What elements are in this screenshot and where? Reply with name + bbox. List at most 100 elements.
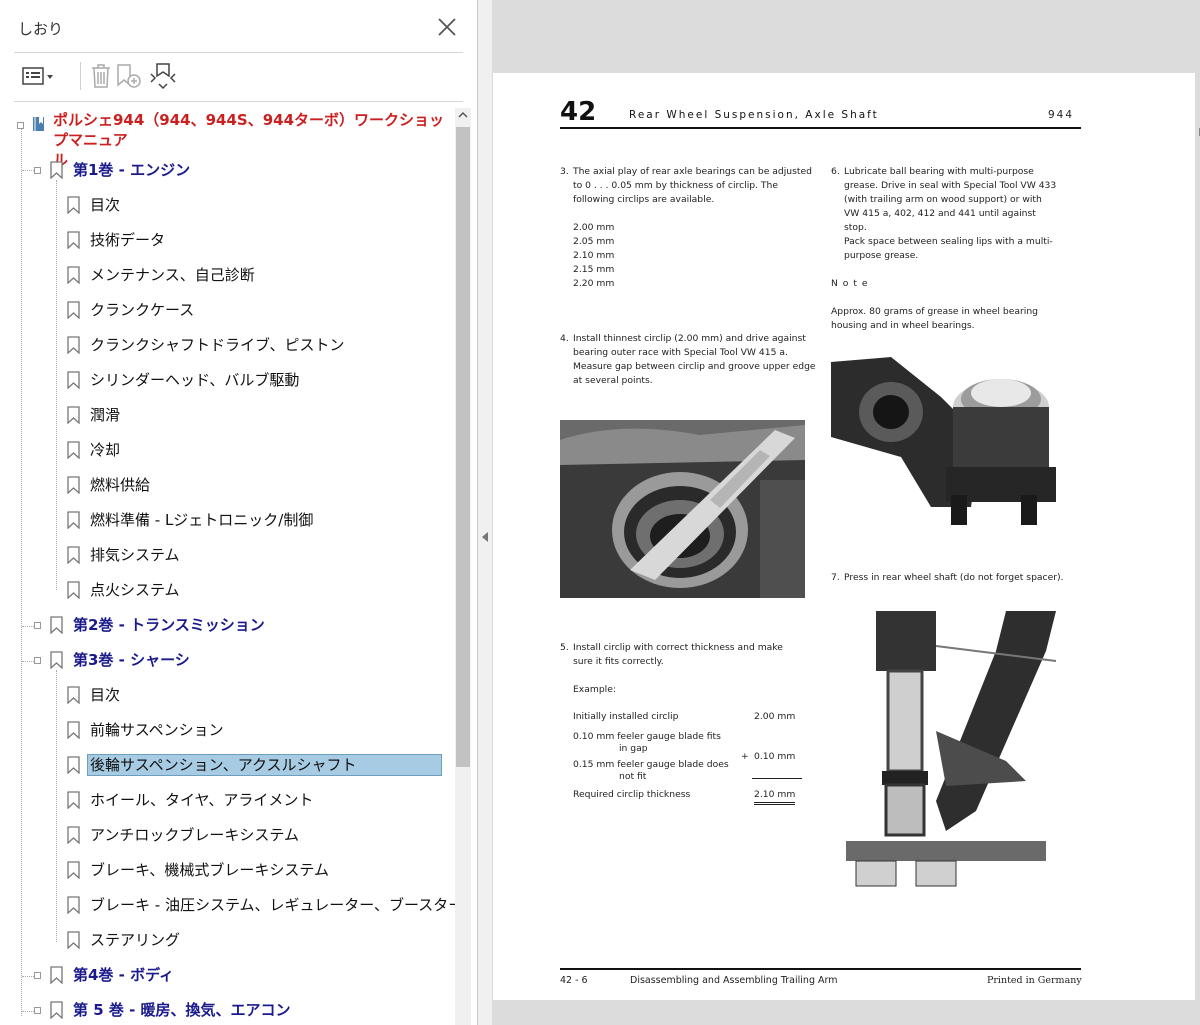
press-shaft-photo <box>826 611 1066 891</box>
bookmark-icon <box>67 336 80 354</box>
tree-expander[interactable] <box>34 622 41 629</box>
circlip-sizes: 2.00 mm 2.05 mm 2.10 mm 2.15 mm 2.20 mm <box>573 222 615 289</box>
tree-expander[interactable] <box>34 657 41 664</box>
tree-expander[interactable] <box>17 122 24 129</box>
bookmark-icon <box>50 616 63 634</box>
bookmark-volume-4[interactable]: 第4巻 - ボディ <box>50 960 174 990</box>
step-4: 4. Install thinnest circlip (2.00 mm) an… <box>560 333 816 386</box>
header-divider <box>14 52 463 53</box>
page-header-model: 944 <box>1048 109 1075 121</box>
tree-divider <box>14 101 463 102</box>
bookmark-icon <box>67 406 80 424</box>
footer-rule <box>560 968 1081 970</box>
footer-title: Disassembling and Assembling Trailing Ar… <box>630 975 838 986</box>
bookmark-item-selected[interactable]: 後輪サスペンション、アクスルシャフト <box>67 750 442 780</box>
step-6: 6. Lubricate ball bearing with multi-pur… <box>831 165 1071 333</box>
page-header-title: Rear Wheel Suspension, Axle Shaft <box>629 109 879 121</box>
bookmark-icon <box>67 511 80 529</box>
bookmark-icon <box>67 301 80 319</box>
bookmark-icon <box>67 686 80 704</box>
toolbar-separator <box>80 62 81 90</box>
bookmark-root[interactable]: ポルシェ944（944、944S、944ターボ）ワークショップマニュア ル <box>30 110 453 169</box>
list-options-icon <box>22 67 53 85</box>
trailing-arm-bearing-photo <box>831 357 1061 532</box>
header-rule <box>560 127 1081 129</box>
bookmarks-panel: しおり ポルシェ944（944、944S、944ターボ）ワークショップマニュア … <box>0 0 478 1025</box>
bookmark-volume-5[interactable]: 第 5 巻 - 暖房、換気、エアコン <box>50 995 291 1025</box>
bookmarks-toolbar <box>14 58 463 94</box>
tree-guide <box>56 180 57 590</box>
bearing-feeler-gauge-photo <box>560 420 805 598</box>
bookmark-volume-3[interactable]: 第3巻 - シャーシ <box>50 645 190 675</box>
bookmark-icon <box>67 826 80 844</box>
bookmark-item[interactable]: 目次 <box>67 190 120 220</box>
bookmark-item[interactable]: ブレーキ - 油圧システム、レギュレーター、ブースター <box>67 890 463 920</box>
bookmark-item[interactable]: ホイール、タイヤ、アライメント <box>67 785 313 815</box>
new-bookmark-button[interactable] <box>114 62 142 90</box>
bookmark-item[interactable]: 前輪サスペンション <box>67 715 224 745</box>
trash-icon <box>92 64 110 88</box>
bookmark-item[interactable]: 冷却 <box>67 435 120 465</box>
bookmark-icon <box>67 196 80 214</box>
bookmark-item[interactable]: クランクシャフトドライブ、ピストン <box>67 330 345 360</box>
bookmark-item[interactable]: クランクケース <box>67 295 194 325</box>
footer-printed: Printed in Germany <box>987 975 1082 986</box>
add-bookmark-icon <box>117 64 141 88</box>
options-menu-button[interactable] <box>22 62 56 90</box>
bookmark-item[interactable]: 燃料供給 <box>67 470 150 500</box>
page-chapter-number: 42 <box>560 97 597 127</box>
tree-expander[interactable] <box>34 1007 41 1014</box>
scrollbar-thumb[interactable] <box>456 127 470 767</box>
bookmark-icon <box>67 546 80 564</box>
bookmark-volume-1[interactable]: 第1巻 - エンジン <box>50 155 190 185</box>
bookmark-item[interactable]: 排気システム <box>67 540 180 570</box>
tree-guide <box>56 670 57 942</box>
collapse-panel-icon[interactable] <box>482 532 488 542</box>
panel-splitter[interactable] <box>478 0 492 1025</box>
tree-expander[interactable] <box>34 167 41 174</box>
bookmark-item[interactable]: 潤滑 <box>67 400 120 430</box>
expand-bookmark-button[interactable] <box>148 62 178 90</box>
bookmark-item[interactable]: メンテナンス、自己診断 <box>67 260 255 290</box>
bookmark-icon <box>67 861 80 879</box>
bookmark-icon <box>67 581 80 599</box>
footer-page-number: 42 - 6 <box>560 975 588 986</box>
step-3-text: The axial play of rear axle bearings can… <box>573 166 812 205</box>
bookmark-icon <box>67 791 80 809</box>
bookmark-item[interactable]: シリンダーヘッド、バルブ駆動 <box>67 365 299 395</box>
bookmark-icon <box>67 931 80 949</box>
step-7: 7. Press in rear wheel shaft (do not for… <box>831 572 1064 583</box>
bookmark-icon <box>67 756 80 774</box>
book-bookmark-icon <box>33 117 44 131</box>
bookmark-icon <box>67 721 80 739</box>
bookmark-item[interactable]: 点火システム <box>67 575 180 605</box>
tree-guide <box>21 126 22 1016</box>
panel-title: しおり <box>18 20 64 38</box>
bookmark-item[interactable]: 燃料準備 - Lジェトロニック/制御 <box>67 505 313 535</box>
tree-expander[interactable] <box>34 972 41 979</box>
bookmark-icon <box>67 371 80 389</box>
bookmark-item[interactable]: アンチロックブレーキシステム <box>67 820 299 850</box>
close-icon[interactable] <box>436 16 458 38</box>
bookmark-icon <box>50 966 63 984</box>
bookmark-item[interactable]: 技術データ <box>67 225 165 255</box>
bookmark-icon <box>50 161 63 179</box>
bookmark-icon <box>67 896 80 914</box>
bookmark-icon <box>67 231 80 249</box>
bookmark-icon <box>67 441 80 459</box>
bookmark-icon <box>67 476 80 494</box>
step-5: 5. Install circlip with correct thicknes… <box>560 642 783 695</box>
sum-rule <box>752 778 802 779</box>
bookmark-item[interactable]: ブレーキ、機械式ブレーキシステム <box>67 855 329 885</box>
bookmark-volume-2[interactable]: 第2巻 - トランスミッション <box>50 610 265 640</box>
bookmark-icon <box>67 266 80 284</box>
document-page: 42 Rear Wheel Suspension, Axle Shaft 944… <box>493 73 1195 1000</box>
note-text: Approx. 80 grams of grease in wheel bear… <box>831 306 1038 331</box>
bookmark-item[interactable]: 目次 <box>67 680 120 710</box>
bookmark-icon <box>50 1001 63 1019</box>
step-3: 3. The axial play of rear axle bearings … <box>560 165 820 291</box>
bookmark-item[interactable]: ステアリング <box>67 925 180 955</box>
scroll-up-icon[interactable] <box>458 110 468 120</box>
delete-bookmark-button[interactable] <box>90 62 112 90</box>
bookmark-expand-icon <box>150 63 176 90</box>
